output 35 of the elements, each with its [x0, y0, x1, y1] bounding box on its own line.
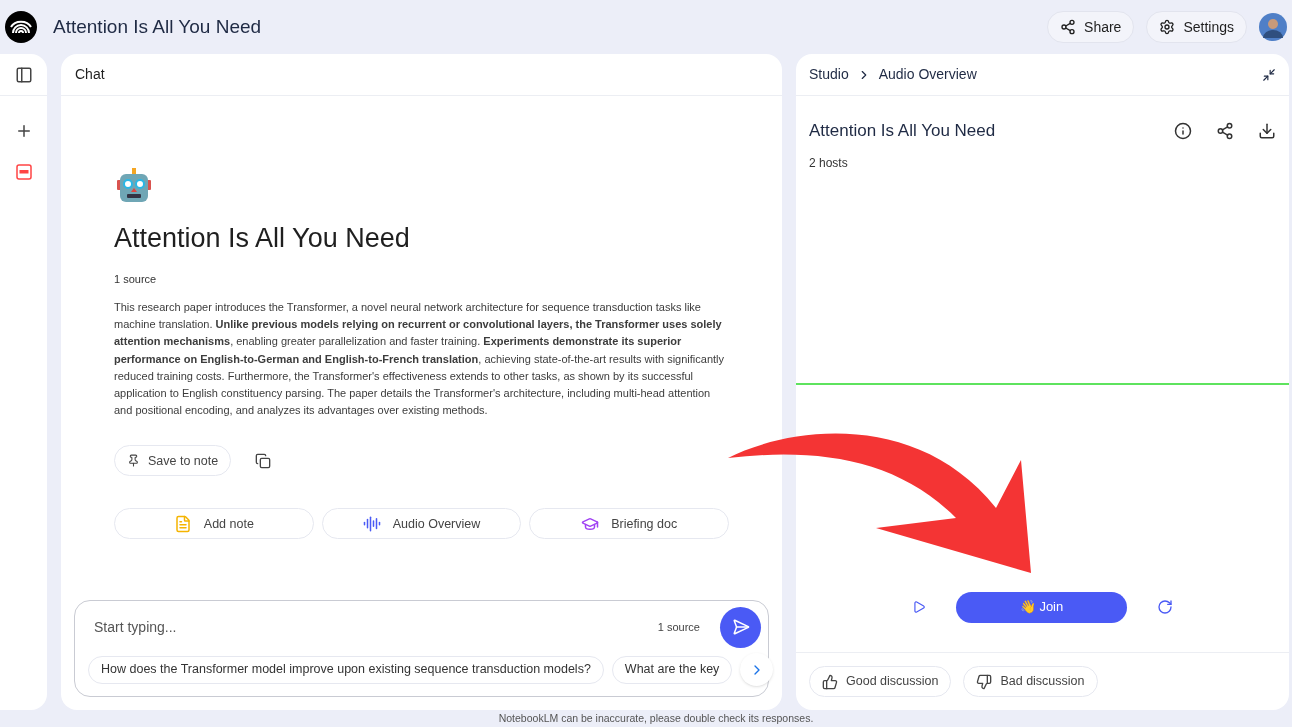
send-icon	[731, 618, 750, 636]
share-icon[interactable]	[1216, 121, 1234, 140]
hosts-count: 2 hosts	[808, 154, 849, 172]
chat-input-field[interactable]: Start typing...	[94, 616, 658, 638]
share-button[interactable]: Share	[1047, 11, 1135, 43]
breadcrumb-link[interactable]: Studio	[809, 64, 849, 85]
source-count: 1 source	[114, 271, 158, 287]
join-button[interactable]: 👋 Join	[956, 591, 1127, 623]
settings-icon	[1159, 19, 1176, 35]
copy-icon[interactable]	[255, 452, 272, 469]
disclaimer-text: NotebookLM can be inaccurate, please double check its responses.	[498, 710, 814, 726]
breadcrumb-current: Audio Overview	[878, 65, 977, 84]
notebook-heading: Attention Is All You Need	[114, 222, 411, 255]
settings-button[interactable]: Settings	[1146, 11, 1247, 43]
download-icon[interactable]	[1258, 121, 1276, 140]
pdf-icon[interactable]	[15, 164, 32, 180]
play-icon[interactable]	[912, 600, 926, 614]
thumbs-up-icon	[822, 673, 838, 690]
audio-wave-icon	[362, 514, 381, 533]
app-logo[interactable]	[5, 11, 37, 43]
thumbs-down-icon	[976, 673, 993, 690]
user-avatar[interactable]	[1259, 13, 1287, 41]
document-icon	[173, 514, 192, 533]
collapse-icon[interactable]	[1262, 67, 1276, 82]
send-button[interactable]	[720, 606, 761, 648]
summary-paragraph: This research paper introduces the Transformer, a novel neural network architecture for sequence transduction tasks like machine translation. Unlike previous models relying on recurrent or convolutional layers, the Transformer uses solely attention mechanisms, enabling greater parallelization and faster training. Experiments demonstrate its superior performance on English-to-German and English-to-French translation, achieving state-of-the-art results with significantly reduced training costs. Furthermore, the Transformer's effectiveness extends to other tasks, as shown by its successful application to English constituency parsing. The paper details the Transformer's architecture, including multi-head attention and positional encoding, and analyzes its advantages over existing methods.	[114, 300, 726, 419]
notebook-title: Attention Is All You Need	[53, 14, 262, 39]
audio-title: Attention Is All You Need	[809, 120, 996, 142]
info-icon[interactable]	[1174, 121, 1192, 140]
panel-title: Chat	[75, 65, 105, 84]
share-icon	[1060, 19, 1077, 35]
input-source-count: 1 source	[657, 619, 700, 635]
refresh-icon[interactable]	[1157, 599, 1173, 615]
sidebar-toggle-icon[interactable]	[14, 65, 33, 84]
pin-icon	[127, 454, 140, 468]
